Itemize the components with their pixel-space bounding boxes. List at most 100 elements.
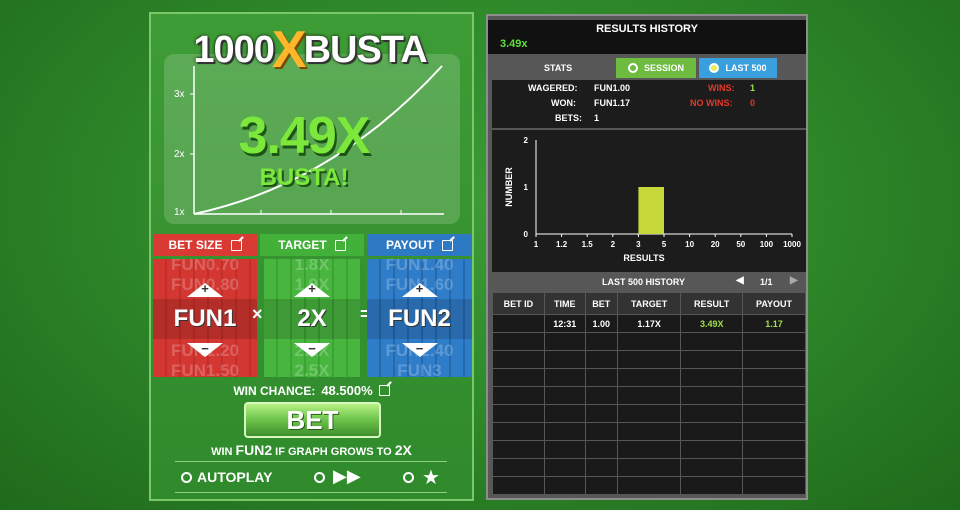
table-cell [492, 386, 545, 405]
payout-stepper[interactable]: FUN1.40 FUN1.60 + FUN2 FUN2.40 FUN3 − [367, 259, 472, 377]
history-table: BET ID TIME BET TARGET RESULT PAYOUT 12:31 1.0… [492, 292, 806, 495]
wagered-value: FUN1.00 [594, 83, 631, 93]
table-row-empty [492, 422, 806, 441]
table-cell [742, 422, 806, 441]
x-tick-label: 100 [760, 240, 774, 249]
table-cell: 1.00 [584, 314, 618, 333]
autoplay-label[interactable]: AUTOPLAY [197, 469, 272, 485]
page-indicator: 1/1 [760, 277, 773, 287]
table-row-empty [492, 350, 806, 369]
fast-forward-radio[interactable] [314, 472, 325, 483]
table-cell [680, 386, 744, 405]
target-stepper[interactable]: 1.8X 1.9X + 2X 2.2X 2.5X − [264, 259, 360, 377]
autoplay-bar: AUTOPLAY ▶▶ ★ [175, 461, 447, 493]
table-cell [492, 458, 545, 477]
table-row-empty [492, 368, 806, 387]
histogram-bar [638, 187, 664, 234]
table-cell [543, 368, 586, 387]
plus-icon: + [415, 281, 424, 296]
table-cell [680, 368, 744, 387]
busta-status: BUSTA! [259, 164, 349, 191]
payout-header[interactable]: PAYOUT [367, 234, 472, 256]
table-cell: 12:31 [543, 314, 586, 333]
target-header[interactable]: TARGET [260, 234, 364, 256]
column-header: BET [584, 292, 618, 315]
table-cell [543, 440, 586, 459]
y-tick-label: 0 [524, 230, 529, 239]
edit-icon[interactable] [378, 385, 390, 396]
minus-icon: − [415, 341, 424, 356]
x-tick-label: 1.5 [582, 240, 594, 249]
no-wins-value: 0 [750, 98, 756, 108]
x-tick-label: 2 [611, 240, 616, 249]
table-cell [492, 440, 545, 459]
plus-icon: + [201, 281, 209, 296]
table-cell [584, 332, 618, 351]
minus-icon: − [201, 341, 209, 356]
radio-selected-icon [709, 63, 720, 73]
x-tick-label: 1 [534, 240, 539, 249]
table-cell [492, 332, 545, 351]
payout-value: FUN2 [367, 299, 472, 339]
table-cell [680, 458, 744, 477]
star-icon[interactable]: ★ [422, 465, 440, 490]
column-header: TARGET [616, 292, 682, 315]
table-cell [616, 368, 682, 387]
minus-icon: − [308, 341, 316, 356]
bet-button[interactable]: BET [244, 402, 381, 438]
tab-session[interactable]: SESSION [616, 58, 696, 78]
table-cell [616, 332, 682, 351]
edit-icon[interactable] [334, 239, 346, 251]
y-tick-1x: 1x [174, 207, 185, 218]
won-value: FUN1.17 [594, 98, 631, 108]
edit-icon[interactable] [442, 239, 453, 251]
history-bar: LAST 500 HISTORY ◀ 1/1 ▶ [488, 274, 806, 292]
table-cell [616, 350, 682, 369]
x-tick-label: 1000 [783, 240, 801, 249]
edit-icon[interactable] [230, 239, 242, 251]
x-tick-label: 50 [736, 240, 745, 249]
radio-icon [627, 63, 638, 73]
favorite-radio[interactable] [403, 472, 414, 483]
prev-page-icon[interactable]: ◀ [736, 275, 744, 286]
table-cell [742, 440, 806, 459]
next-page-icon[interactable]: ▶ [790, 275, 798, 286]
table-cell [742, 404, 806, 423]
table-cell [680, 476, 744, 495]
histogram-svg: 0121 1.2 1.5 2 3 5 10 20 50 100 1000RESULTSNUMBER [504, 136, 801, 263]
table-cell [584, 458, 618, 477]
table-cell [616, 386, 682, 405]
multiplier-graph: 3x 2x 1x 3.49X BUSTA! [164, 54, 460, 224]
bet-size-header[interactable]: BET SIZE [153, 234, 257, 256]
autoplay-radio[interactable] [181, 472, 192, 483]
stats-box: WAGERED: FUN1.00 WON: FUN1.17 BETS: 1 WI… [492, 80, 806, 128]
table-row[interactable]: 12:31 1.00 1.17X 3.49X 1.17 [492, 314, 806, 333]
table-row-empty [492, 440, 806, 459]
table-cell [584, 404, 618, 423]
multiply-sign: × [252, 304, 263, 324]
table-cell: 1.17 [742, 314, 806, 333]
table-cell [584, 422, 618, 441]
table-cell [492, 476, 545, 495]
fast-forward-icon[interactable]: ▶▶ [333, 466, 361, 487]
game-logo: 1000 X BUSTA [193, 21, 427, 79]
column-header: RESULT [680, 292, 744, 315]
table-cell [616, 458, 682, 477]
table-cell [680, 350, 744, 369]
results-title: RESULTS HISTORY [596, 23, 698, 35]
table-cell [680, 440, 744, 459]
table-cell [680, 404, 744, 423]
table-cell [680, 422, 744, 441]
table-cell [742, 458, 806, 477]
win-description: WIN FUN2 IF GRAPH GROWS TO 2X [211, 442, 412, 458]
table-cell [543, 386, 586, 405]
table-cell [584, 386, 618, 405]
table-cell [742, 368, 806, 387]
x-tick-label: 5 [662, 240, 667, 249]
table-row-empty [492, 458, 806, 477]
tab-last-500[interactable]: LAST 500 [699, 58, 777, 78]
table-cell [616, 440, 682, 459]
bet-size-stepper[interactable]: FUN0.70 FUN0.80 + FUN1 FUN1.20 FUN1.50 − [153, 259, 257, 377]
table-cell [543, 332, 586, 351]
y-tick-label: 2 [524, 136, 529, 145]
